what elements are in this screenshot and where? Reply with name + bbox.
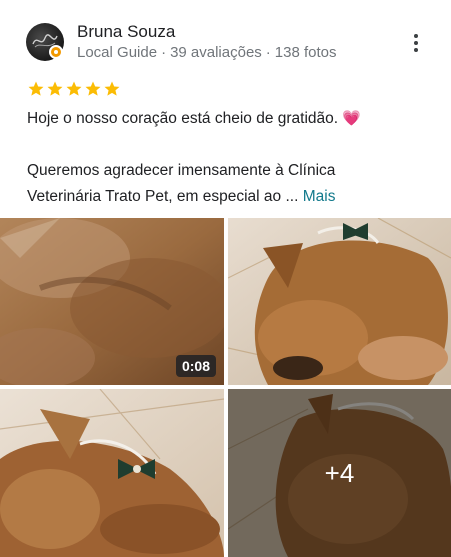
local-guide-badge-icon <box>49 45 63 59</box>
heart-emoji: 💗 <box>342 110 362 127</box>
review-line-2: Queremos agradecer imensamente à Clínica <box>27 162 336 179</box>
star-icon <box>85 81 101 96</box>
dog-photo <box>228 218 451 385</box>
review-text: Hoje o nosso coração está cheio de grati… <box>27 106 427 210</box>
more-photos-tile[interactable]: +4 <box>228 389 451 557</box>
review-line-1: Hoje o nosso coração está cheio de grati… <box>27 106 427 132</box>
review-truncated: Veterinária Trato Pet, em especial ao ..… <box>27 188 299 205</box>
review-photos: 0:08 +4 <box>0 218 451 557</box>
reviewer-meta: Local Guide · 39 avaliações · 138 fotos <box>77 44 337 61</box>
local-guide-label: Local Guide <box>77 44 158 61</box>
star-icon <box>47 81 63 96</box>
review-header: Bruna Souza Local Guide · 39 avaliações · 13… <box>0 0 451 70</box>
star-icon <box>66 81 82 96</box>
read-more-link[interactable]: Mais <box>303 188 336 205</box>
star-rating <box>27 80 122 100</box>
review-photo[interactable] <box>0 389 224 557</box>
photo-count: 138 fotos <box>274 44 337 61</box>
review-line-3: Veterinária Trato Pet, em especial ao ..… <box>27 184 427 210</box>
star-icon <box>28 81 44 96</box>
review-video-thumbnail[interactable]: 0:08 <box>0 218 224 385</box>
review-sentence: Hoje o nosso coração está cheio de grati… <box>27 110 339 127</box>
more-vert-icon <box>414 33 418 54</box>
star-icon <box>104 81 120 96</box>
more-photos-count: +4 <box>324 457 355 488</box>
reviewer-name[interactable]: Bruna Souza <box>77 22 175 42</box>
review-photo[interactable] <box>228 218 451 385</box>
separator: · <box>265 44 271 61</box>
separator: · <box>161 44 167 61</box>
review-count: 39 avaliações <box>170 44 262 61</box>
more-options-button[interactable] <box>403 30 429 56</box>
dog-photo <box>0 389 224 557</box>
video-duration-badge: 0:08 <box>175 355 216 377</box>
